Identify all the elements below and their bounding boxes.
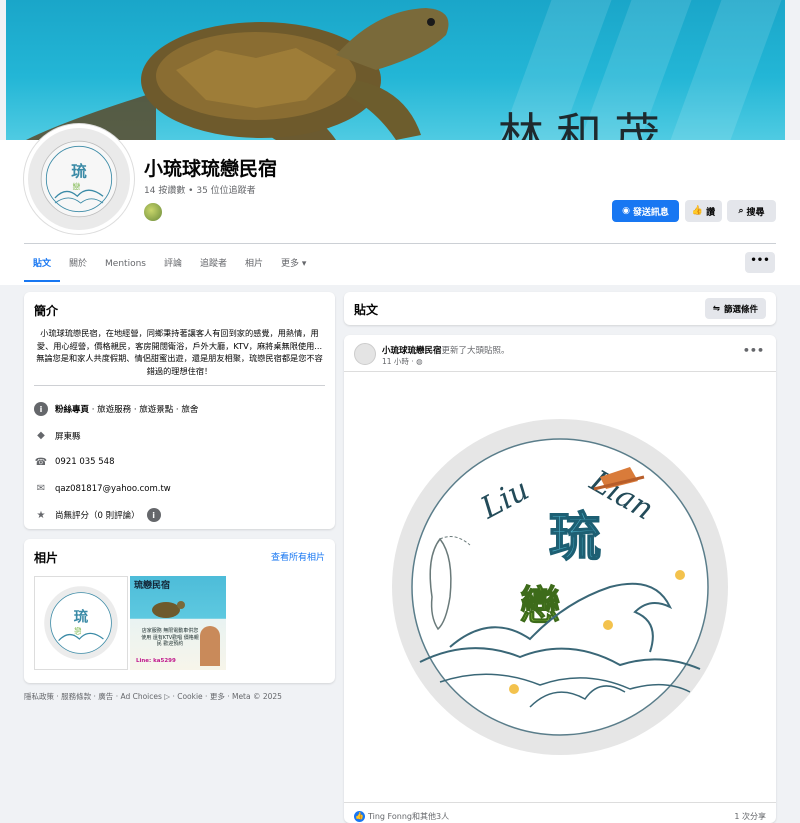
logo-icon: Liu Lian 琉 戀	[392, 419, 728, 755]
search-button[interactable]: ⌕ 搜尋	[727, 200, 776, 222]
post-card: 小琉球琉戀民宿更新了大頭貼照。 11 小時 · ◍ ••• Liu Lian 琉…	[344, 335, 776, 823]
see-all-photos-link[interactable]: 查看所有相片	[271, 550, 325, 563]
footer-links[interactable]: 隱私政策 · 服務條款 · 廣告 · Ad Choices ▷ · Cookie…	[24, 691, 282, 702]
person-figure	[200, 626, 220, 666]
like-button[interactable]: 👍 讚	[685, 200, 722, 222]
phone-row[interactable]: ☎ 0921 035 548	[34, 449, 325, 476]
post-author-name[interactable]: 小琉球琉戀民宿	[382, 346, 442, 356]
thumbs-up-icon: 👍	[691, 206, 704, 216]
info-icon: i	[34, 402, 48, 417]
rating-info-icon[interactable]: i	[146, 508, 161, 523]
intro-card: 簡介 小琉球琉戀民宿，在地經營，同鄉秉持著讓客人有回到家的感覺，用熱情，用愛、用…	[24, 292, 335, 529]
photos-card: 相片 查看所有相片 琉 戀 琉戀民宿 店家服務 無限電動車供您使用 還有KTV歡…	[24, 539, 335, 683]
header-divider	[24, 243, 776, 244]
post-action-text: 更新了大頭貼照。	[441, 346, 510, 356]
sliders-icon: ⇋	[712, 303, 720, 314]
logo-char-liu: 琉	[549, 508, 601, 568]
tab-reviews[interactable]: 評論	[155, 252, 191, 282]
tab-about[interactable]: 關於	[60, 252, 96, 282]
post-menu-button[interactable]: •••	[743, 344, 764, 357]
logo-icon: 琉 戀	[44, 586, 118, 660]
tab-more[interactable]: 更多 ▾	[272, 252, 315, 282]
page-tabs: 貼文 關於 Mentions 評論 追蹤者 相片 更多 ▾	[24, 252, 315, 282]
location-row[interactable]: ◆ 屏東縣	[34, 423, 325, 450]
promo-line-id: Line: ka5299	[136, 658, 176, 664]
rating-row: ★ 尚無評分（0 則評論） i	[34, 502, 325, 529]
page-title: 小琉球琉戀民宿	[144, 159, 278, 180]
post-author-line: 小琉球琉戀民宿更新了大頭貼照。	[382, 344, 510, 356]
follower-avatar[interactable]	[143, 202, 163, 222]
star-icon: ★	[36, 509, 46, 521]
posts-header-card: 貼文 ⇋ 篩選條件	[344, 292, 776, 325]
tab-mentions[interactable]: Mentions	[96, 252, 155, 282]
location-pin-icon: ◆	[37, 430, 45, 442]
svg-text:琉: 琉	[71, 161, 87, 180]
logo-icon: 琉 戀	[40, 140, 118, 218]
svg-text:戀: 戀	[74, 626, 81, 635]
tab-posts[interactable]: 貼文	[24, 252, 61, 282]
messenger-icon: ◉	[622, 206, 630, 216]
cover-overlay-text: 林和茂	[498, 108, 672, 140]
intro-description: 小琉球琉戀民宿，在地經營，同鄉秉持著讓客人有回到家的感覺，用熱情，用愛、用心經營…	[36, 328, 323, 376]
promo-title: 琉戀民宿	[134, 581, 171, 591]
photo-thumbnail[interactable]: 琉戀民宿 店家服務 無限電動車供您使用 還有KTV歡唱 價格親民 歡迎預約 Li…	[130, 576, 226, 670]
profile-picture[interactable]: 琉 戀	[24, 124, 134, 234]
turtle-icon	[152, 601, 185, 618]
page-stats[interactable]: 14 按讚數 • 35 位位追蹤者	[144, 183, 256, 196]
share-count[interactable]: 1 次分享	[734, 811, 766, 822]
post-author-avatar[interactable]	[354, 343, 376, 365]
email-icon: ✉	[36, 483, 46, 495]
intro-title: 簡介	[34, 304, 59, 318]
search-icon: ⌕	[738, 206, 744, 216]
like-reaction-icon: 👍	[354, 811, 365, 822]
phone-icon: ☎	[34, 456, 48, 468]
email-row[interactable]: ✉ qaz081817@yahoo.com.tw	[34, 476, 325, 503]
more-options-button[interactable]: •••	[745, 252, 775, 273]
posts-title: 貼文	[354, 303, 379, 317]
photo-thumbnail[interactable]: 琉 戀	[34, 576, 128, 670]
logo-char-lian: 戀	[520, 583, 560, 629]
tab-photos[interactable]: 相片	[236, 252, 272, 282]
svg-text:琉: 琉	[74, 607, 89, 625]
send-message-button[interactable]: ◉ 發送訊息	[612, 200, 679, 222]
intro-divider	[34, 385, 325, 386]
category-row: i 粉絲專頁 · 旅遊服務 · 旅遊景點 · 旅舍	[34, 396, 325, 423]
promo-text: 店家服務 無限電動車供您使用 還有KTV歡唱 價格親民 歡迎預約	[141, 628, 199, 647]
reaction-summary[interactable]: 👍 Ting Fonng和其他3人	[354, 811, 449, 822]
post-image[interactable]: Liu Lian 琉 戀	[344, 371, 776, 803]
post-footer: 👍 Ting Fonng和其他3人 1 次分享	[354, 811, 766, 822]
post-timestamp[interactable]: 11 小時 · ◍	[382, 356, 423, 367]
tab-followers[interactable]: 追蹤者	[191, 252, 236, 282]
svg-text:戀: 戀	[73, 181, 81, 191]
filter-button[interactable]: ⇋ 篩選條件	[704, 298, 766, 319]
cover-photo[interactable]: 林和茂	[6, 0, 785, 140]
